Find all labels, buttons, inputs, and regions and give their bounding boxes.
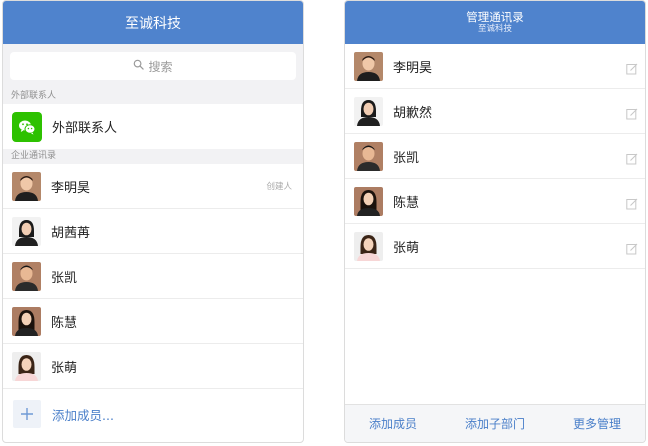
avatar (12, 306, 41, 336)
external-section-label: 外部联系人 (3, 89, 303, 104)
list-item[interactable]: 李明昊 (345, 44, 645, 89)
member-name: 陈慧 (393, 195, 420, 211)
list-item[interactable]: 张萌 (345, 224, 645, 269)
list-item[interactable]: 张凯 (3, 254, 303, 299)
add-member-label: 添加成员... (52, 407, 114, 423)
add-sub-department-button[interactable]: 添加子部门 (465, 415, 525, 432)
member-name: 陈慧 (51, 315, 78, 331)
page-subtitle: 至诚科技 (477, 24, 512, 34)
plus-icon (13, 400, 41, 428)
wechat-icon (12, 111, 42, 142)
avatar (12, 216, 41, 246)
add-member-button[interactable]: 添加成员... (3, 389, 303, 439)
edit-icon[interactable] (626, 150, 638, 165)
avatar (354, 141, 383, 171)
list-item[interactable]: 胡歉然 (345, 89, 645, 134)
avatar (12, 261, 41, 291)
list-item[interactable]: 李明昊 创建人 (3, 164, 303, 209)
member-name: 李明昊 (51, 180, 91, 196)
page-title: 至诚科技 (125, 15, 181, 32)
external-contacts-label: 外部联系人 (52, 121, 118, 136)
enterprise-section-label: 企业通讯录 (3, 149, 303, 164)
member-name: 胡茜苒 (51, 225, 91, 241)
add-member-button[interactable]: 添加成员 (369, 415, 417, 432)
app-header: 管理通讯录 至诚科技 (345, 1, 645, 44)
app-header: 至诚科技 (3, 1, 303, 44)
member-name: 李明昊 (393, 60, 433, 76)
contacts-panel: 至诚科技 搜索 外部联系人 外部联系人 企业通讯录 李明昊 创建人 胡茜苒 张凯… (2, 0, 304, 443)
member-name: 胡歉然 (393, 105, 433, 121)
manage-contacts-panel: 管理通讯录 至诚科技 李明昊 胡歉然 张凯 陈慧 张萌 添加成员 添加子部门 更… (344, 0, 646, 443)
edit-icon[interactable] (626, 240, 638, 255)
avatar (12, 351, 41, 381)
edit-icon[interactable] (626, 60, 638, 75)
list-item[interactable]: 陈慧 (3, 299, 303, 344)
member-name: 张凯 (51, 270, 78, 286)
more-management-button[interactable]: 更多管理 (573, 415, 621, 432)
member-name: 张萌 (393, 240, 420, 256)
search-input[interactable]: 搜索 (10, 52, 296, 80)
list-item[interactable]: 张萌 (3, 344, 303, 389)
avatar (354, 186, 383, 216)
avatar (354, 231, 383, 261)
avatar (12, 171, 41, 201)
avatar (354, 96, 383, 126)
search-icon (133, 59, 145, 73)
list-item[interactable]: 胡茜苒 (3, 209, 303, 254)
list-item[interactable]: 张凯 (345, 134, 645, 179)
list-item[interactable]: 陈慧 (345, 179, 645, 224)
member-name: 张萌 (51, 360, 78, 376)
search-placeholder: 搜索 (148, 59, 173, 74)
bottom-toolbar: 添加成员 添加子部门 更多管理 (345, 404, 645, 442)
external-contacts-item[interactable]: 外部联系人 (3, 104, 303, 149)
edit-icon[interactable] (626, 105, 638, 120)
page-title: 管理通讯录 (466, 10, 524, 24)
member-name: 张凯 (393, 150, 420, 166)
search-bar: 搜索 (3, 44, 303, 89)
creator-badge: 创建人 (266, 182, 292, 192)
edit-icon[interactable] (626, 195, 638, 210)
avatar (354, 51, 383, 81)
